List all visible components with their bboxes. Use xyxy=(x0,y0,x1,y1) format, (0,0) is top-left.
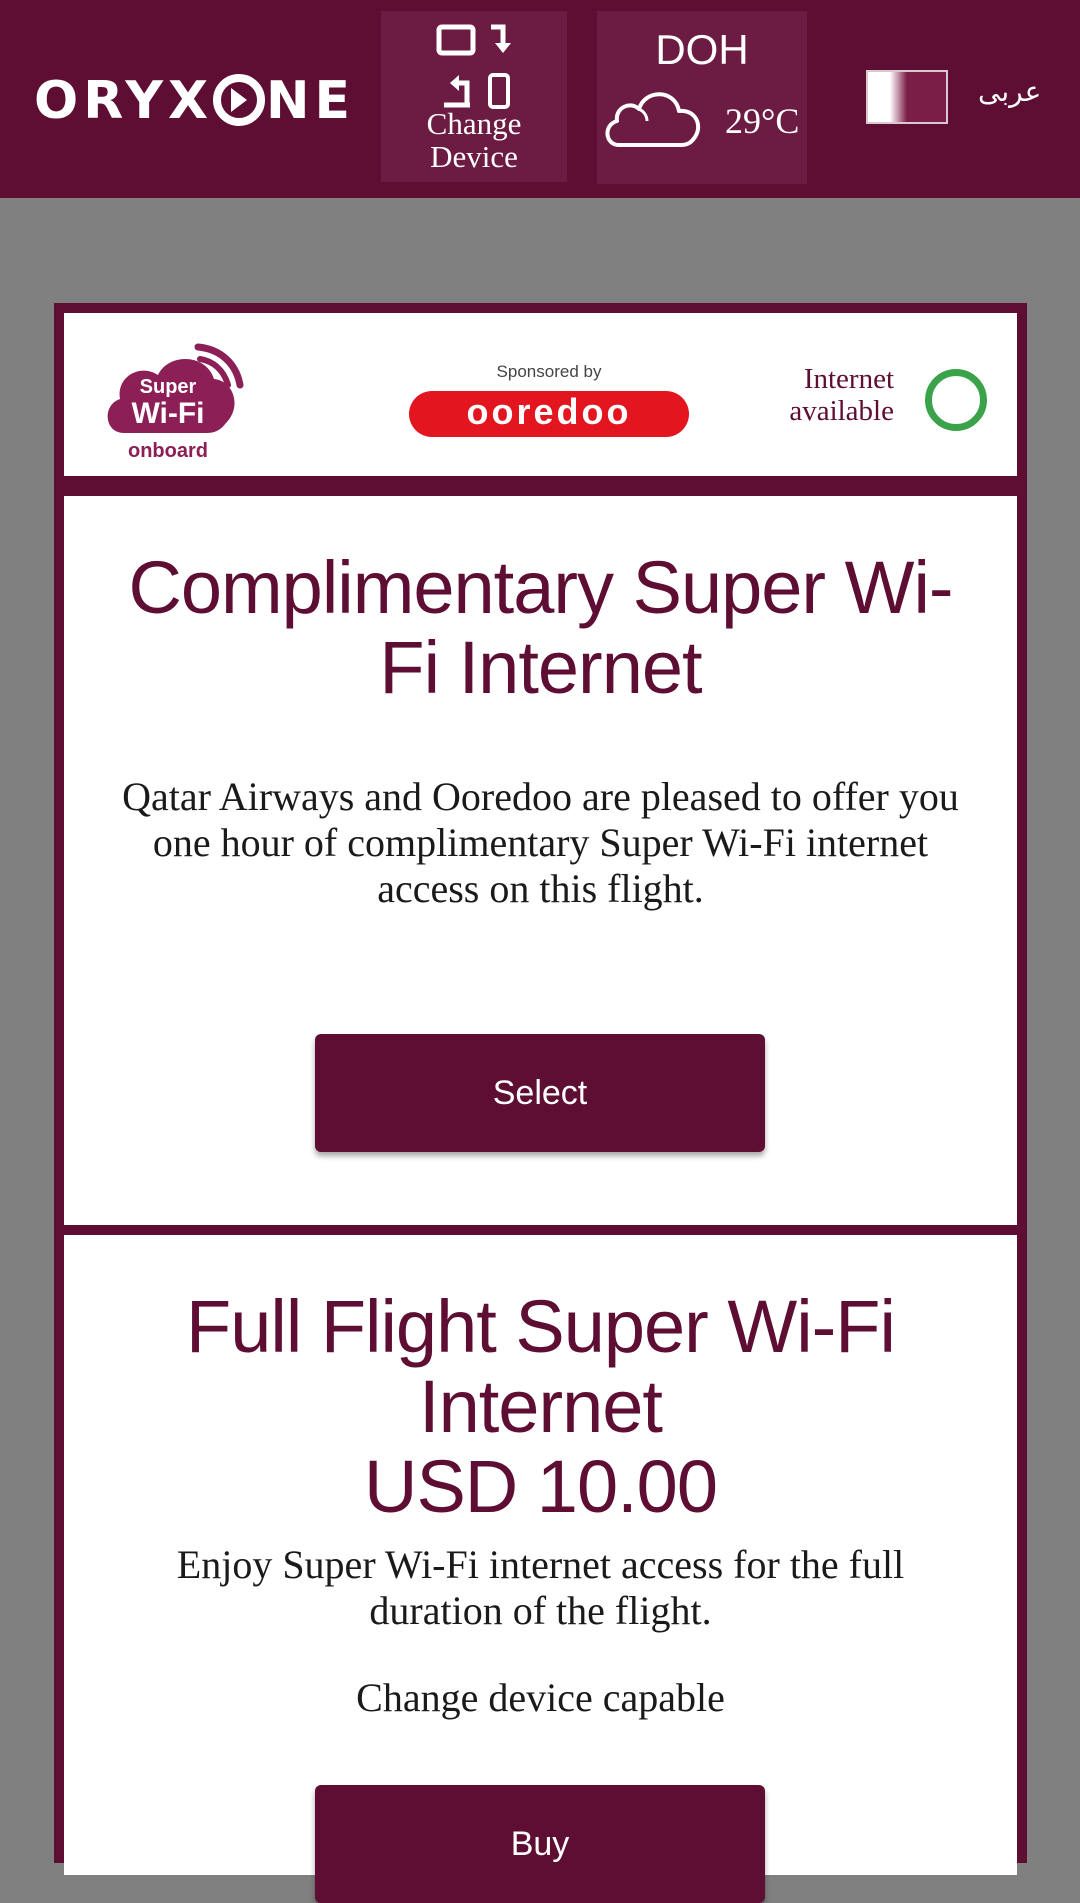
offer-title-block: Full Flight Super Wi-Fi Internet USD 10.… xyxy=(104,1287,977,1527)
wifi-logo-line3: onboard xyxy=(128,440,208,462)
oryx-one-logo-graphic: ORYX NE xyxy=(34,71,354,131)
select-button[interactable]: Select xyxy=(315,1034,765,1152)
svg-text:ORYX: ORYX xyxy=(34,73,213,127)
change-device-button[interactable]: Change Device xyxy=(381,11,567,182)
weather-temperature: 29°C xyxy=(725,101,800,141)
offer-title: Full Flight Super Wi-Fi Internet xyxy=(186,1285,896,1448)
wifi-logo-line1: Super xyxy=(140,376,197,398)
svg-text:NE: NE xyxy=(266,73,354,127)
weather-widget[interactable]: DOH 29°C xyxy=(597,11,807,184)
qatar-flag-icon[interactable] xyxy=(866,70,948,124)
complimentary-offer: Complimentary Super Wi-Fi Internet Qatar… xyxy=(64,496,1017,1225)
language-toggle[interactable]: عربى xyxy=(978,78,1041,106)
buy-button[interactable]: Buy xyxy=(315,1785,765,1903)
sponsored-by-label: Sponsored by xyxy=(496,362,602,381)
offer-title: Complimentary Super Wi-Fi Internet xyxy=(128,546,953,709)
offer-price: USD 10.00 xyxy=(364,1445,718,1528)
offer-description: Qatar Airways and Ooredoo are pleased to… xyxy=(122,774,959,911)
internet-status-text: Internet available xyxy=(789,363,894,427)
ooredoo-logo-text: ooredoo xyxy=(467,391,632,432)
ooredoo-logo: ooredoo xyxy=(409,391,689,437)
cloud-icon xyxy=(605,92,701,147)
change-device-icon xyxy=(436,24,511,109)
super-wifi-onboard-logo: Super Wi-Fi onboard xyxy=(107,343,244,462)
change-device-label: Change Device xyxy=(426,106,522,174)
top-header: ORYX NE Change Device DOH 29°C عربى xyxy=(0,0,1080,198)
oryx-one-logo: ORYX NE xyxy=(34,71,354,136)
wifi-offers-card: Super Wi-Fi onboard Sponsored by ooredoo… xyxy=(54,303,1027,1903)
wifi-logo-line2: Wi-Fi xyxy=(131,397,204,430)
connection-status-panel: Super Wi-Fi onboard Sponsored by ooredoo… xyxy=(64,313,1017,476)
weather-city: DOH xyxy=(655,26,749,73)
full-flight-offer: Full Flight Super Wi-Fi Internet USD 10.… xyxy=(64,1235,1017,1903)
offer-description: Enjoy Super Wi-Fi internet access for th… xyxy=(176,1542,905,1633)
change-device-note: Change device capable xyxy=(356,1675,725,1720)
internet-status-indicator xyxy=(925,369,987,431)
